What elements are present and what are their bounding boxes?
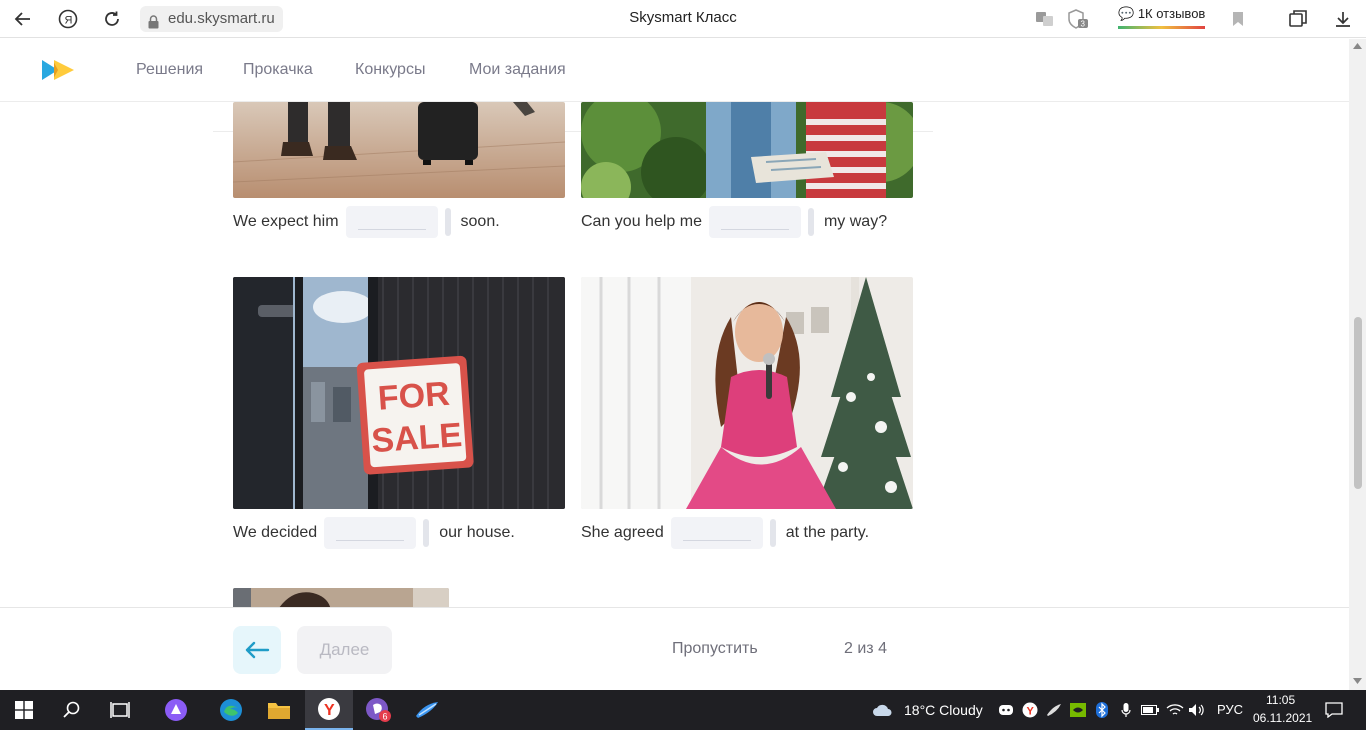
url-text: edu.skysmart.ru xyxy=(168,10,275,27)
site-header: Решения Прокачка Конкурсы Мои задания xyxy=(0,39,1349,102)
image-traveller-suitcase xyxy=(233,102,565,198)
volume-icon[interactable] xyxy=(1188,700,1206,720)
edge-browser-icon[interactable] xyxy=(207,690,255,730)
back-button[interactable] xyxy=(233,626,281,674)
menu-item-solutions[interactable]: Решения xyxy=(136,61,203,79)
download-icon[interactable] xyxy=(1332,8,1354,30)
task-view-icon[interactable] xyxy=(96,690,144,730)
sentence-3: We decided our house. xyxy=(233,517,515,549)
alice-assistant-icon[interactable] xyxy=(152,690,200,730)
gap-handle-3 xyxy=(423,519,430,547)
skype-pen-icon[interactable] xyxy=(403,690,451,730)
clock-time[interactable]: 11:05 xyxy=(1266,693,1295,707)
windows-taskbar: Y 6 18°C Cloudy Y РУС 11:05 06.11.2021 xyxy=(0,690,1366,730)
image-for-sale-sign: FOR SALE xyxy=(233,277,565,509)
sentence-1-before: We expect him xyxy=(233,213,339,230)
sentence-4: She agreed at the party. xyxy=(581,517,869,549)
gap-handle-2 xyxy=(807,208,814,236)
scroll-up-icon xyxy=(1353,43,1362,49)
sentence-4-after: at the party. xyxy=(785,524,870,541)
nvidia-icon[interactable] xyxy=(1069,700,1087,720)
svg-text:Я: Я xyxy=(65,15,73,27)
back-arrow-icon[interactable] xyxy=(10,6,36,32)
answer-gap-2[interactable] xyxy=(708,206,801,238)
comment-icon: 💬 xyxy=(1118,6,1135,21)
answer-gap-3[interactable] xyxy=(324,517,417,549)
image-next-exercise xyxy=(233,588,449,607)
weather-cloud-icon[interactable] xyxy=(872,700,894,720)
sentence-2-after: my way? xyxy=(823,213,888,230)
viber-badge: 6 xyxy=(383,712,388,722)
sentence-1-after: soon. xyxy=(460,213,500,230)
sentence-1: We expect him soon. xyxy=(233,206,500,238)
menu-item-practice[interactable]: Прокачка xyxy=(243,61,313,79)
protect-icon[interactable]: 3 xyxy=(1067,8,1089,30)
gap-handle-1 xyxy=(444,208,451,236)
gap-handle-4 xyxy=(769,519,776,547)
svg-text:Y: Y xyxy=(324,702,335,719)
reviews-label: 1К отзывов xyxy=(1137,6,1206,21)
arrow-left-icon xyxy=(245,641,270,659)
windows-start-icon[interactable] xyxy=(0,690,48,730)
sentence-3-after: our house. xyxy=(439,524,515,541)
notifications-icon[interactable] xyxy=(1324,700,1344,720)
progress-counter: 2 из 4 xyxy=(844,640,887,657)
sentence-3-before: We decided xyxy=(233,524,318,541)
image-woman-singing xyxy=(581,277,913,509)
yandex-browser-icon[interactable]: Y xyxy=(305,690,353,730)
clock-date[interactable]: 06.11.2021 xyxy=(1253,711,1312,725)
address-bar[interactable]: edu.skysmart.ru xyxy=(140,6,283,32)
page-scrollbar[interactable] xyxy=(1349,39,1366,690)
bookmark-icon[interactable] xyxy=(1227,8,1249,30)
tab-badge: 3 xyxy=(1081,20,1086,29)
menu-item-contests[interactable]: Конкурсы xyxy=(355,61,425,79)
lock-icon xyxy=(148,12,159,38)
sentence-2: Can you help me my way? xyxy=(581,206,887,238)
reload-icon[interactable] xyxy=(99,6,125,32)
exercise-content: We expect him soon. Can you help me my w… xyxy=(0,102,1349,607)
pen-tray-icon[interactable] xyxy=(1045,700,1063,720)
wifi-icon[interactable] xyxy=(1166,700,1184,720)
language-indicator[interactable]: РУС xyxy=(1217,702,1243,717)
answer-gap-1[interactable] xyxy=(345,206,438,238)
viber-icon[interactable]: 6 xyxy=(354,690,402,730)
scroll-down-icon xyxy=(1353,678,1362,684)
skip-button[interactable]: Пропустить xyxy=(672,640,758,658)
bluetooth-icon[interactable] xyxy=(1093,700,1111,720)
yandex-home-icon[interactable]: Я xyxy=(55,6,81,32)
search-icon[interactable] xyxy=(48,690,96,730)
translate-icon[interactable] xyxy=(1034,8,1056,30)
collections-icon[interactable] xyxy=(1287,8,1309,30)
browser-toolbar: Я edu.skysmart.ru Skysmart Класс 3 💬 1К … xyxy=(0,0,1366,38)
yandex-tray-icon[interactable]: Y xyxy=(1021,700,1039,720)
exercise-footer: Далее Пропустить 2 из 4 xyxy=(0,607,1349,690)
discord-icon[interactable] xyxy=(997,700,1015,720)
sentence-2-before: Can you help me xyxy=(581,213,702,230)
sentence-4-before: She agreed xyxy=(581,524,664,541)
sign-text-sale: SALE xyxy=(370,416,463,460)
weather-text[interactable]: 18°C Cloudy xyxy=(904,702,983,718)
next-button[interactable]: Далее xyxy=(297,626,392,674)
menu-item-my-tasks[interactable]: Мои задания xyxy=(469,61,566,79)
battery-icon[interactable] xyxy=(1141,700,1159,720)
answer-gap-4[interactable] xyxy=(670,517,763,549)
reviews-button[interactable]: 💬 1К отзывов xyxy=(1118,6,1206,29)
microphone-icon[interactable] xyxy=(1117,700,1135,720)
image-tourists-map xyxy=(581,102,913,198)
skysmart-logo[interactable] xyxy=(40,58,76,87)
file-explorer-icon[interactable] xyxy=(255,690,303,730)
sign-text-for: FOR xyxy=(377,375,451,418)
svg-text:Y: Y xyxy=(1027,706,1035,718)
scroll-thumb[interactable] xyxy=(1354,317,1362,489)
